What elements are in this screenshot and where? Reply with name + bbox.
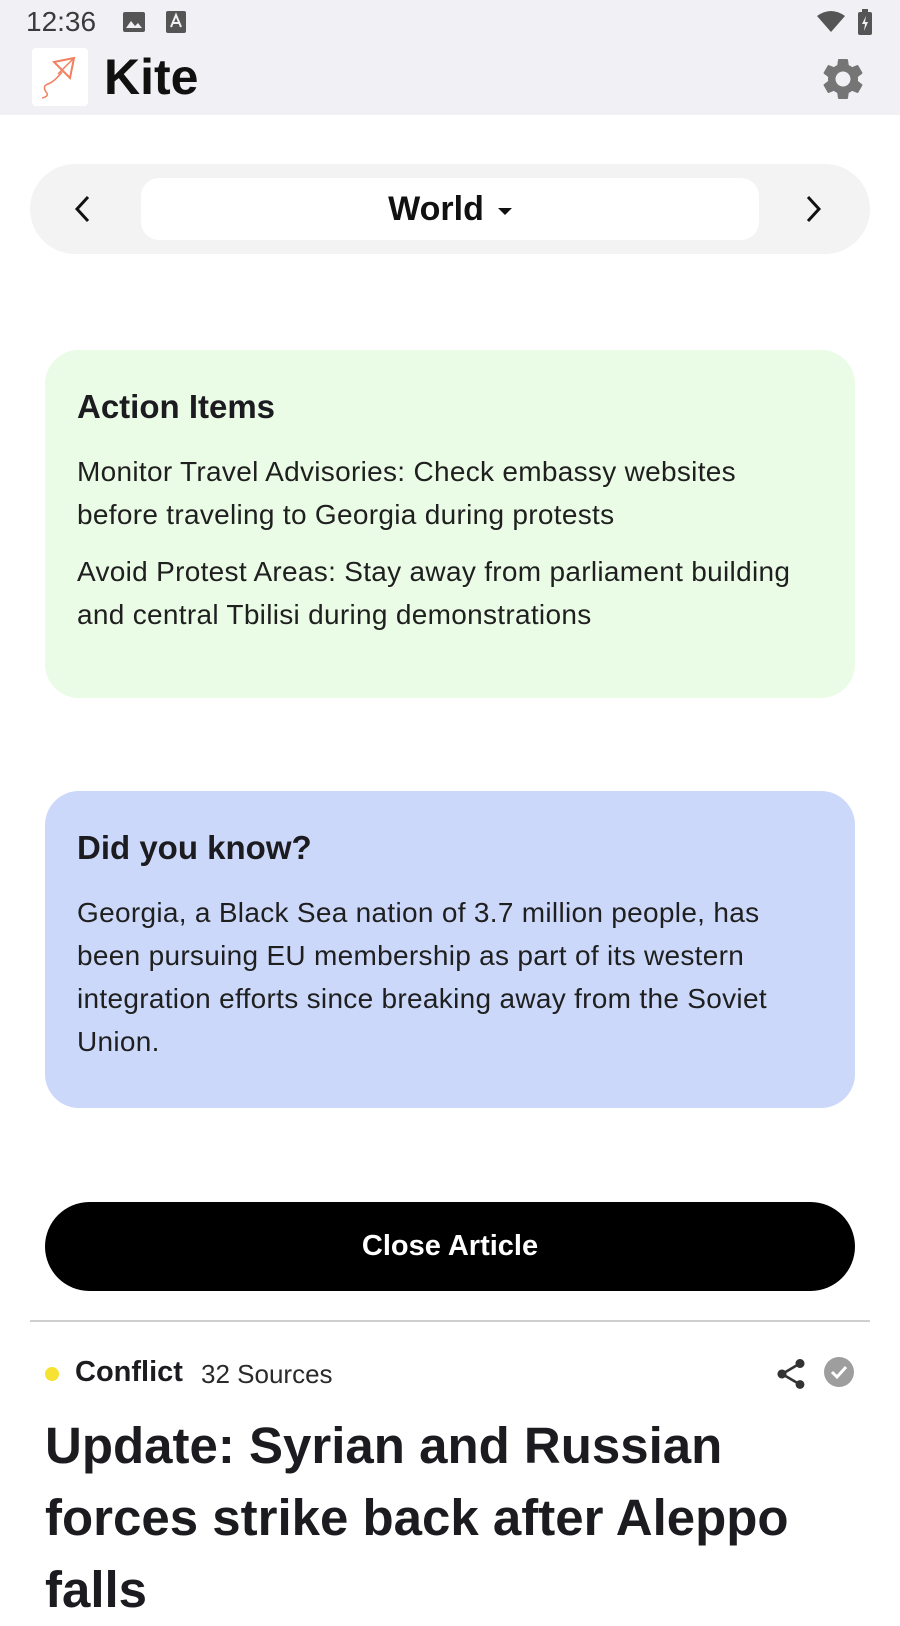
did-you-know-title: Did you know? [77, 829, 312, 866]
category-dot [45, 1367, 59, 1381]
did-you-know-text: Georgia, a Black Sea nation of 3.7 milli… [77, 897, 767, 1057]
action-items-card: Action Items Monitor Travel Advisories: … [45, 350, 855, 698]
keyboard-a-icon [166, 11, 186, 38]
app-bar: Kite [0, 44, 900, 115]
kite-logo-icon [32, 48, 88, 106]
battery-charging-icon [858, 9, 872, 40]
article-headline[interactable]: Update: Syrian and Russian forces strike… [45, 1410, 855, 1626]
divider [30, 1320, 870, 1322]
article-category: Conflict [75, 1356, 183, 1388]
app-title: Kite [104, 49, 199, 105]
wifi-icon [816, 10, 846, 37]
caret-down-icon [497, 207, 512, 215]
image-icon [122, 11, 146, 38]
action-items-title: Action Items [77, 388, 276, 425]
status-time: 12:36 [26, 6, 97, 37]
status-bar: 12:36 [0, 0, 900, 44]
did-you-know-card: Did you know? Georgia, a Black Sea natio… [45, 791, 855, 1108]
action-item: Monitor Travel Advisories: Check embassy… [77, 456, 736, 530]
category-dropdown[interactable]: World [141, 178, 759, 240]
article-meta: Conflict 32 Sources [45, 1350, 855, 1398]
chevron-right-icon[interactable] [788, 184, 838, 234]
check-circle-icon[interactable] [823, 1356, 855, 1388]
close-article-button[interactable]: Close Article [45, 1202, 855, 1291]
category-selector: World [30, 164, 870, 254]
gear-icon[interactable] [818, 54, 868, 104]
share-icon[interactable] [773, 1356, 809, 1392]
chevron-left-icon[interactable] [58, 184, 108, 234]
sources-count: 32 Sources [201, 1359, 333, 1389]
category-label: World [388, 189, 484, 228]
action-item: Avoid Protest Areas: Stay away from parl… [77, 556, 791, 630]
